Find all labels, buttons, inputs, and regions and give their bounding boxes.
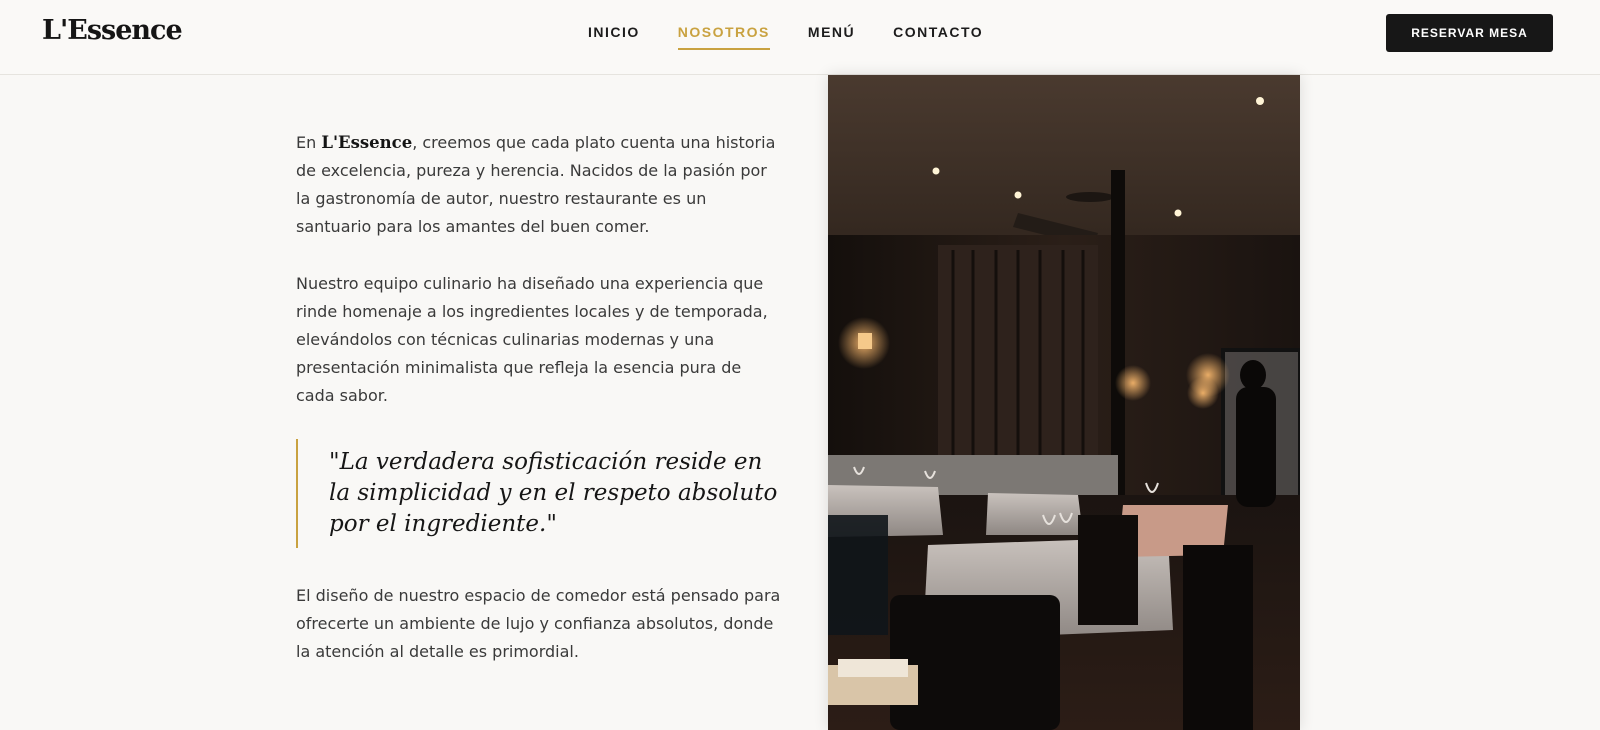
about-content: En L'Essence, creemos que cada plato cue… xyxy=(296,129,781,666)
pull-quote: "La verdadera sofisticación reside en la… xyxy=(296,439,781,548)
about-paragraph-1: En L'Essence, creemos que cada plato cue… xyxy=(296,129,781,241)
nav-item-contacto[interactable]: CONTACTO xyxy=(893,24,983,50)
nav-item-nosotros[interactable]: NOSOTROS xyxy=(677,24,770,50)
site-logo[interactable]: L'Essence xyxy=(42,15,183,46)
about-paragraph-2: Nuestro equipo culinario ha diseñado una… xyxy=(296,274,768,405)
nav-item-menu[interactable]: MENÚ xyxy=(808,24,855,50)
restaurant-interior-illustration xyxy=(828,75,1300,730)
main-nav: INICIO NOSOTROS MENÚ CONTACTO xyxy=(588,24,983,50)
paragraph-1-lead: En xyxy=(296,133,322,152)
site-header: L'Essence INICIO NOSOTROS MENÚ CONTACTO … xyxy=(0,0,1600,75)
restaurant-interior-image xyxy=(828,75,1300,730)
brand-name-inline: L'Essence xyxy=(321,133,413,152)
nav-item-inicio[interactable]: INICIO xyxy=(588,24,640,50)
about-paragraph-3: El diseño de nuestro espacio de comedor … xyxy=(296,586,781,661)
reserve-table-button[interactable]: RESERVAR MESA xyxy=(1386,14,1553,52)
